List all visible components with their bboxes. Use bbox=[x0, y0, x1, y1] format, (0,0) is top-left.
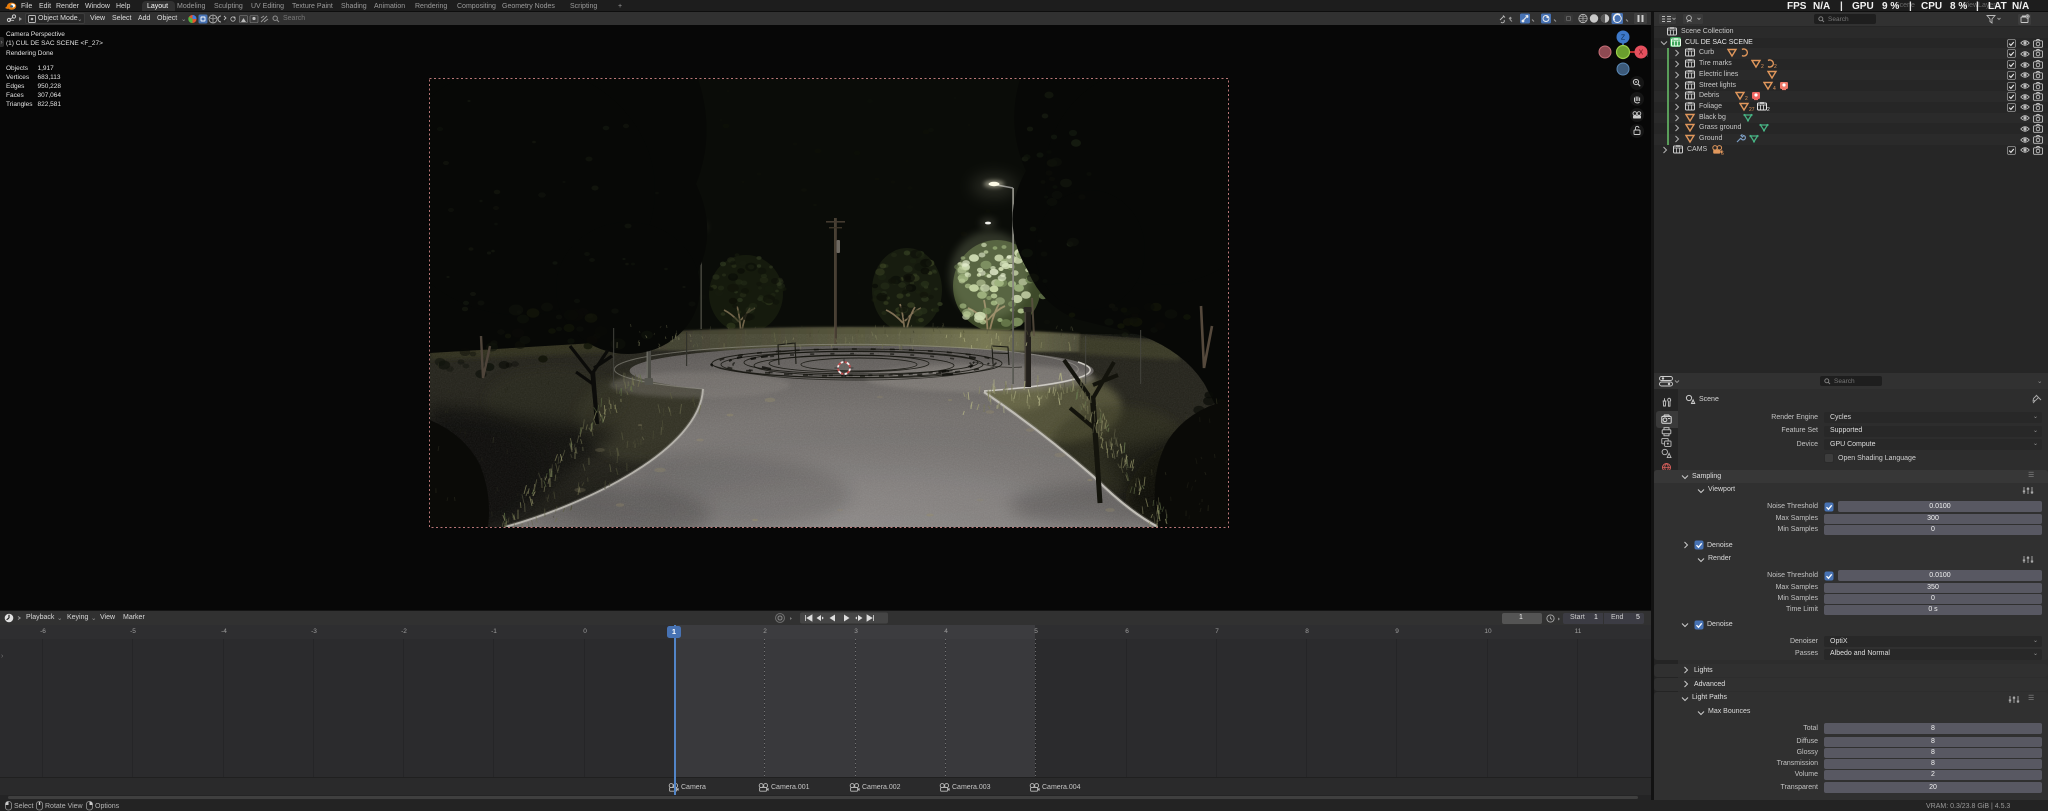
svg-text:Z: Z bbox=[1621, 35, 1626, 42]
svg-text:2: 2 bbox=[1745, 96, 1748, 101]
svg-text:6: 6 bbox=[1721, 151, 1724, 155]
svg-text:X: X bbox=[1639, 50, 1644, 57]
svg-text:2: 2 bbox=[1767, 107, 1770, 112]
svg-text:2: 2 bbox=[1774, 64, 1777, 69]
svg-text:2: 2 bbox=[1761, 64, 1764, 69]
svg-text:4: 4 bbox=[1773, 86, 1776, 91]
svg-text:27: 27 bbox=[1749, 107, 1755, 112]
